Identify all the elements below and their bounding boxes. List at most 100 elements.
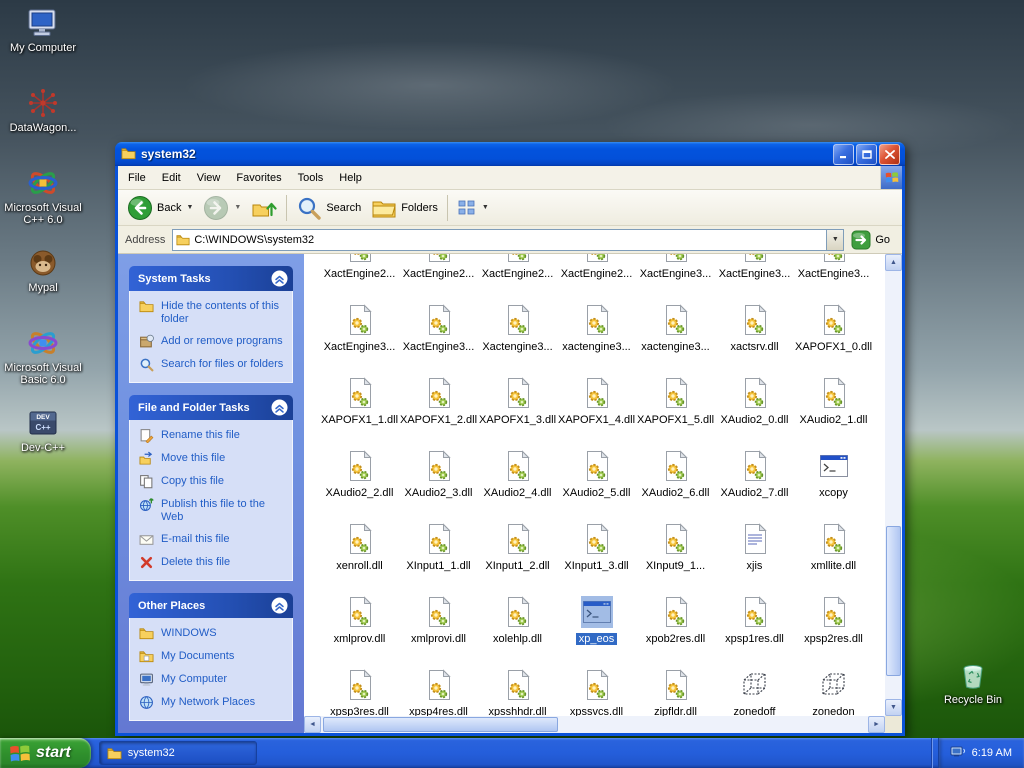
- file-item-xactengine3[interactable]: XactEngine3...: [399, 300, 478, 373]
- desktop-icon-datawagon[interactable]: DataWagon...: [0, 86, 86, 166]
- panel-header-system-tasks[interactable]: System Tasks: [129, 266, 293, 291]
- forward-button[interactable]: ▼: [198, 192, 246, 224]
- desktop-icon-my-computer[interactable]: My Computer: [0, 6, 86, 86]
- file-item-xactsrv-dll[interactable]: xactsrv.dll: [715, 300, 794, 373]
- desktop-icon-dev-c[interactable]: DEV C++ Dev-C++: [0, 406, 86, 486]
- start-button[interactable]: start: [0, 738, 91, 768]
- horizontal-scroll-track[interactable]: [321, 716, 868, 733]
- file-item-xaudio2-1-dll[interactable]: XAudio2_1.dll: [794, 373, 873, 446]
- file-item-xactengine3[interactable]: xactengine3...: [557, 300, 636, 373]
- file-item-xpsp4res-dll[interactable]: xpsp4res.dll: [399, 665, 478, 716]
- tray-network-icon[interactable]: [950, 746, 966, 760]
- task-publish-this-file-to-the-web[interactable]: Publish this file to the Web: [139, 498, 287, 524]
- file-item-xinput1-1-dll[interactable]: XInput1_1.dll: [399, 519, 478, 592]
- desktop-icon-mypal[interactable]: Mypal: [0, 246, 86, 326]
- file-item-xjis[interactable]: xjis: [715, 519, 794, 592]
- file-item-xactengine2[interactable]: XactEngine2...: [557, 254, 636, 300]
- menu-favorites[interactable]: Favorites: [228, 169, 289, 187]
- search-button[interactable]: Search: [291, 192, 366, 224]
- go-button[interactable]: Go: [851, 230, 890, 250]
- file-item-xaudio2-6-dll[interactable]: XAudio2_6.dll: [636, 446, 715, 519]
- file-item-xapofx1-2-dll[interactable]: XAPOFX1_2.dll: [399, 373, 478, 446]
- file-item-xcopy[interactable]: xcopy: [794, 446, 873, 519]
- file-item-xpsp3res-dll[interactable]: xpsp3res.dll: [320, 665, 399, 716]
- file-item-xmllite-dll[interactable]: xmllite.dll: [794, 519, 873, 592]
- file-item-xpsp1res-dll[interactable]: xpsp1res.dll: [715, 592, 794, 665]
- file-item-xp-eos[interactable]: xp_eos: [557, 592, 636, 665]
- task-my-computer[interactable]: My Computer: [139, 673, 287, 687]
- file-item-xapofx1-4-dll[interactable]: XAPOFX1_4.dll: [557, 373, 636, 446]
- address-input[interactable]: C:\WINDOWS\system32 ▼: [172, 228, 845, 251]
- folders-button[interactable]: Folders: [366, 192, 443, 224]
- menu-file[interactable]: File: [120, 169, 154, 187]
- address-dropdown-button[interactable]: ▼: [826, 229, 844, 250]
- forward-dropdown-caret[interactable]: ▼: [234, 204, 241, 211]
- desktop-icon-recycle-bin[interactable]: Recycle Bin: [930, 658, 1016, 738]
- views-dropdown-caret[interactable]: ▼: [482, 204, 489, 211]
- scroll-right-arrow[interactable]: ►: [868, 716, 885, 733]
- vertical-scrollbar[interactable]: ▲ ▼: [885, 254, 902, 733]
- file-item-xapofx1-1-dll[interactable]: XAPOFX1_1.dll: [320, 373, 399, 446]
- desktop-icon-microsoft-visual-basic-6-0[interactable]: Microsoft Visual Basic 6.0: [0, 326, 86, 406]
- vertical-scroll-track[interactable]: [885, 271, 902, 699]
- file-item-xapofx1-5-dll[interactable]: XAPOFX1_5.dll: [636, 373, 715, 446]
- file-item-zipfldr-dll[interactable]: zipfldr.dll: [636, 665, 715, 716]
- file-item-zonedon[interactable]: zonedon: [794, 665, 873, 716]
- task-copy-this-file[interactable]: Copy this file: [139, 475, 287, 489]
- task-my-documents[interactable]: My Documents: [139, 650, 287, 664]
- panel-header-file-and-folder-tasks[interactable]: File and Folder Tasks: [129, 395, 293, 420]
- file-item-xapofx1-3-dll[interactable]: XAPOFX1_3.dll: [478, 373, 557, 446]
- vertical-scroll-thumb[interactable]: [886, 526, 901, 676]
- chevron-up-icon[interactable]: [271, 399, 288, 416]
- file-item-xapofx1-0-dll[interactable]: XAPOFX1_0.dll: [794, 300, 873, 373]
- scroll-up-arrow[interactable]: ▲: [885, 254, 902, 271]
- file-item-xinput1-3-dll[interactable]: XInput1_3.dll: [557, 519, 636, 592]
- scroll-left-arrow[interactable]: ◄: [304, 716, 321, 733]
- menu-view[interactable]: View: [189, 169, 229, 187]
- task-move-this-file[interactable]: Move this file: [139, 451, 287, 466]
- scroll-down-arrow[interactable]: ▼: [885, 699, 902, 716]
- file-item-xpob2res-dll[interactable]: xpob2res.dll: [636, 592, 715, 665]
- chevron-up-icon[interactable]: [271, 597, 288, 614]
- file-item-xaudio2-4-dll[interactable]: XAudio2_4.dll: [478, 446, 557, 519]
- file-item-xactengine3[interactable]: XactEngine3...: [715, 254, 794, 300]
- menu-tools[interactable]: Tools: [290, 169, 332, 187]
- file-item-xactengine2[interactable]: XactEngine2...: [478, 254, 557, 300]
- file-item-xactengine3[interactable]: XactEngine3...: [794, 254, 873, 300]
- taskbar-task-system32[interactable]: system32: [98, 741, 257, 765]
- task-windows[interactable]: WINDOWS: [139, 627, 287, 641]
- file-item-xpsshhdr-dll[interactable]: xpsshhdr.dll: [478, 665, 557, 716]
- file-item-xmlprovi-dll[interactable]: xmlprovi.dll: [399, 592, 478, 665]
- file-item-xactengine3[interactable]: Xactengine3...: [478, 300, 557, 373]
- task-search-for-files-or-folders[interactable]: Search for files or folders: [139, 358, 287, 372]
- file-item-xactengine3[interactable]: XactEngine3...: [636, 254, 715, 300]
- views-button[interactable]: ▼: [452, 192, 494, 224]
- file-item-xaudio2-0-dll[interactable]: XAudio2_0.dll: [715, 373, 794, 446]
- window-titlebar[interactable]: system32: [115, 142, 905, 166]
- file-item-xaudio2-3-dll[interactable]: XAudio2_3.dll: [399, 446, 478, 519]
- file-item-xinput9-1[interactable]: XInput9_1...: [636, 519, 715, 592]
- taskbar-grip[interactable]: [928, 738, 938, 768]
- file-item-xinput1-2-dll[interactable]: XInput1_2.dll: [478, 519, 557, 592]
- up-button[interactable]: [246, 192, 282, 224]
- back-dropdown-caret[interactable]: ▼: [186, 204, 193, 211]
- panel-header-other-places[interactable]: Other Places: [129, 593, 293, 618]
- task-hide-the-contents-of-this-folder[interactable]: Hide the contents of this folder: [139, 300, 287, 326]
- task-rename-this-file[interactable]: Rename this file: [139, 429, 287, 443]
- file-item-xactengine2[interactable]: XactEngine2...: [399, 254, 478, 300]
- file-item-xenroll-dll[interactable]: xenroll.dll: [320, 519, 399, 592]
- horizontal-scroll-thumb[interactable]: [323, 717, 558, 732]
- file-item-xactengine3[interactable]: xactengine3...: [636, 300, 715, 373]
- task-delete-this-file[interactable]: Delete this file: [139, 556, 287, 570]
- minimize-button[interactable]: [833, 143, 854, 165]
- task-e-mail-this-file[interactable]: E-mail this file: [139, 533, 287, 547]
- maximize-button[interactable]: [856, 143, 877, 165]
- menu-help[interactable]: Help: [331, 169, 370, 187]
- file-item-xmlprov-dll[interactable]: xmlprov.dll: [320, 592, 399, 665]
- task-my-network-places[interactable]: My Network Places: [139, 696, 287, 710]
- desktop-icon-microsoft-visual-c-6-0[interactable]: Microsoft Visual C++ 6.0: [0, 166, 86, 246]
- file-item-xaudio2-7-dll[interactable]: XAudio2_7.dll: [715, 446, 794, 519]
- file-item-xactengine3[interactable]: XactEngine3...: [320, 300, 399, 373]
- back-button[interactable]: Back ▼: [122, 192, 198, 224]
- file-item-xactengine2[interactable]: XactEngine2...: [320, 254, 399, 300]
